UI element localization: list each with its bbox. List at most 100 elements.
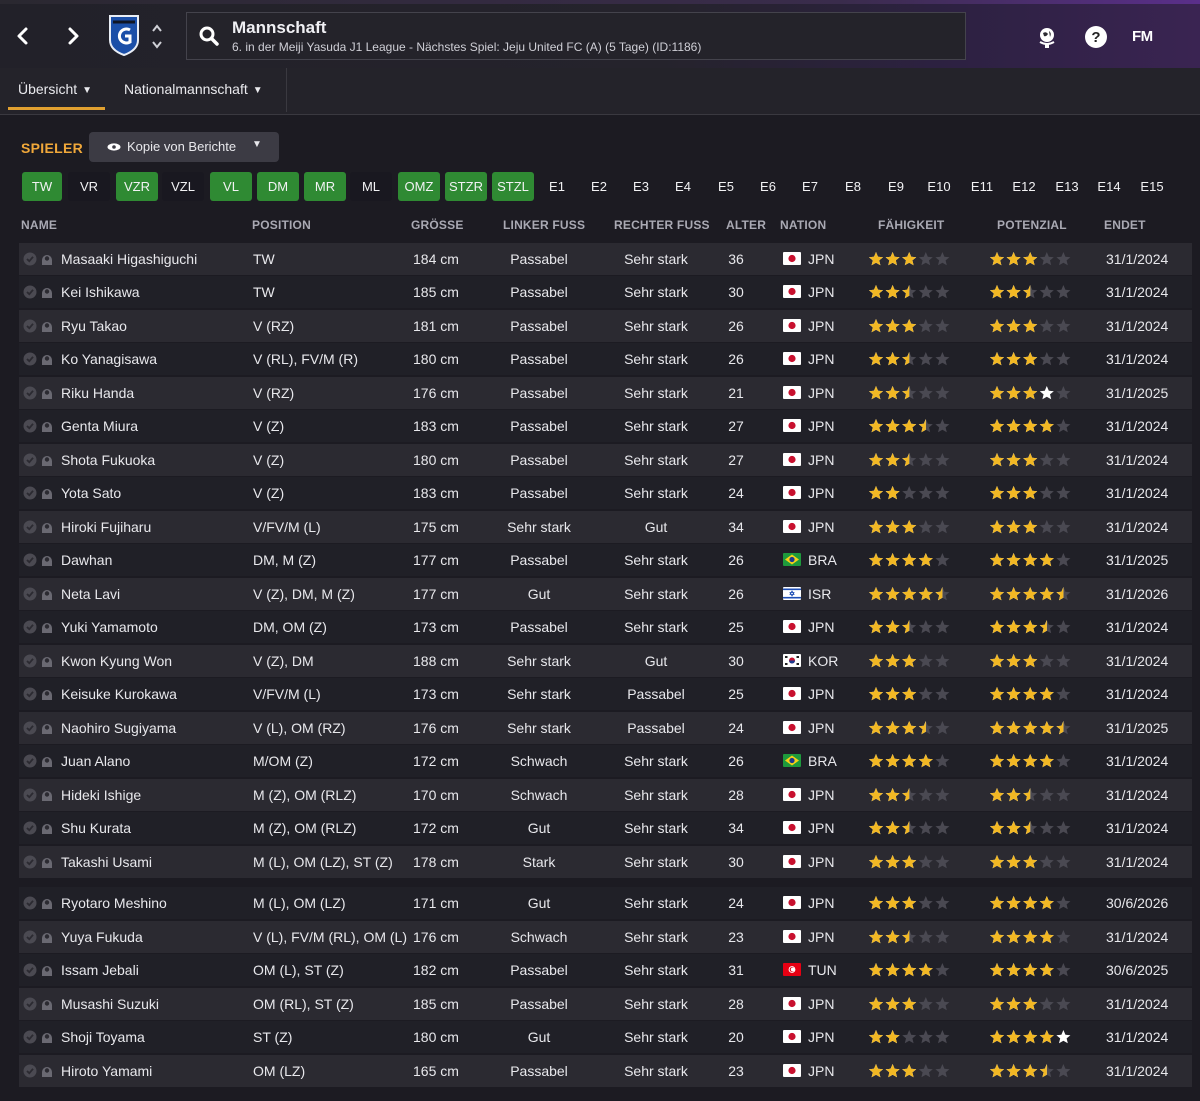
- table-row[interactable]: Genta Miura V (Z) 183 cm Passabel Sehr stark…: [19, 410, 1192, 442]
- player-status-icon[interactable]: [41, 997, 53, 1011]
- table-row[interactable]: Shota Fukuoka V (Z) 180 cm Passabel Sehr sta…: [19, 444, 1192, 476]
- player-status-icon[interactable]: [41, 453, 53, 467]
- help-button[interactable]: ?: [1083, 24, 1109, 50]
- player-status-icon[interactable]: [41, 620, 53, 634]
- filter-chip-stzl[interactable]: STZL: [492, 172, 534, 201]
- filter-chip-ml[interactable]: ML: [350, 172, 392, 201]
- table-row[interactable]: Masaaki Higashiguchi TW 184 cm Passabel Sehr…: [19, 243, 1192, 275]
- view-selector[interactable]: Kopie von Berichte ▼: [89, 132, 279, 162]
- table-row[interactable]: Yuya Fukuda V (L), FV/M (RL), OM (L) 176 c…: [19, 921, 1192, 953]
- filter-chip-vl[interactable]: VL: [210, 172, 252, 201]
- status-check-icon[interactable]: [23, 821, 37, 835]
- filter-chip-e10[interactable]: E10: [919, 172, 959, 201]
- status-check-icon[interactable]: [23, 620, 37, 634]
- player-name[interactable]: Juan Alano: [61, 753, 130, 769]
- player-name[interactable]: Takashi Usami: [61, 854, 152, 870]
- filter-chip-e13[interactable]: E13: [1047, 172, 1087, 201]
- filter-chip-e4[interactable]: E4: [664, 172, 702, 201]
- player-status-icon[interactable]: [41, 930, 53, 944]
- status-check-icon[interactable]: [23, 855, 37, 869]
- table-row[interactable]: Ryotaro Meshino M (L), OM (LZ) 171 cm Gut Se…: [19, 887, 1192, 919]
- player-name[interactable]: Shu Kurata: [61, 820, 131, 836]
- status-check-icon[interactable]: [23, 1064, 37, 1078]
- player-status-icon[interactable]: [41, 553, 53, 567]
- table-row[interactable]: Ko Yanagisawa V (RL), FV/M (R) 180 cm Passa…: [19, 343, 1192, 375]
- table-row[interactable]: Juan Alano M/OM (Z) 172 cm Schwach Sehr star…: [19, 745, 1192, 777]
- status-check-icon[interactable]: [23, 754, 37, 768]
- player-name[interactable]: Neta Lavi: [61, 586, 120, 602]
- filter-chip-e5[interactable]: E5: [707, 172, 745, 201]
- filter-chip-e11[interactable]: E11: [962, 172, 1002, 201]
- player-name[interactable]: Shoji Toyama: [61, 1029, 145, 1045]
- tab-overview[interactable]: Übersicht ▼: [18, 81, 92, 97]
- status-check-icon[interactable]: [23, 386, 37, 400]
- player-status-icon[interactable]: [41, 788, 53, 802]
- col-header-contract-end[interactable]: ENDET: [1104, 218, 1146, 232]
- status-check-icon[interactable]: [23, 997, 37, 1011]
- player-status-icon[interactable]: [41, 520, 53, 534]
- tab-national-team[interactable]: Nationalmannschaft ▼: [124, 81, 263, 97]
- col-header-right-foot[interactable]: RECHTER FUSS: [614, 218, 710, 232]
- player-name[interactable]: Kei Ishikawa: [61, 284, 140, 300]
- player-status-icon[interactable]: [41, 721, 53, 735]
- table-row[interactable]: Neta Lavi V (Z), DM, M (Z) 177 cm Gut Sehr s…: [19, 578, 1192, 610]
- player-name[interactable]: Naohiro Sugiyama: [61, 720, 176, 736]
- player-status-icon[interactable]: [41, 319, 53, 333]
- player-status-icon[interactable]: [41, 963, 53, 977]
- player-name[interactable]: Dawhan: [61, 552, 112, 568]
- filter-chip-e8[interactable]: E8: [834, 172, 872, 201]
- col-header-ability[interactable]: FÄHIGKEIT: [878, 218, 944, 232]
- table-row[interactable]: Kwon Kyung Won V (Z), DM 188 cm Sehr stark G…: [19, 645, 1192, 677]
- status-check-icon[interactable]: [23, 963, 37, 977]
- player-name[interactable]: Ryu Takao: [61, 318, 127, 334]
- status-check-icon[interactable]: [23, 520, 37, 534]
- filter-chip-e9[interactable]: E9: [877, 172, 915, 201]
- player-status-icon[interactable]: [41, 821, 53, 835]
- player-name[interactable]: Kwon Kyung Won: [61, 653, 172, 669]
- player-status-icon[interactable]: [41, 754, 53, 768]
- player-name[interactable]: Ko Yanagisawa: [61, 351, 157, 367]
- status-check-icon[interactable]: [23, 285, 37, 299]
- table-row[interactable]: Riku Handa V (RZ) 176 cm Passabel Sehr stark…: [19, 377, 1192, 409]
- filter-chip-omz[interactable]: OMZ: [398, 172, 440, 201]
- col-header-age[interactable]: ALTER: [726, 218, 766, 232]
- col-header-left-foot[interactable]: LINKER FUSS: [503, 218, 585, 232]
- player-name[interactable]: Genta Miura: [61, 418, 138, 434]
- search-box[interactable]: Mannschaft 6. in der Meiji Yasuda J1 Lea…: [186, 12, 966, 60]
- forward-button[interactable]: [60, 22, 86, 50]
- table-row[interactable]: Ryu Takao V (RZ) 181 cm Passabel Sehr stark 2…: [19, 310, 1192, 342]
- filter-chip-e1[interactable]: E1: [538, 172, 576, 201]
- player-status-icon[interactable]: [41, 386, 53, 400]
- player-status-icon[interactable]: [41, 1030, 53, 1044]
- table-row[interactable]: Shoji Toyama ST (Z) 180 cm Gut Sehr stark 20 J…: [19, 1021, 1192, 1053]
- status-check-icon[interactable]: [23, 687, 37, 701]
- player-status-icon[interactable]: [41, 252, 53, 266]
- player-name[interactable]: Riku Handa: [61, 385, 134, 401]
- player-status-icon[interactable]: [41, 587, 53, 601]
- player-name[interactable]: Yuki Yamamoto: [61, 619, 158, 635]
- filter-chip-vzl[interactable]: VZL: [162, 172, 204, 201]
- fm-logo[interactable]: FM: [1132, 28, 1153, 45]
- player-name[interactable]: Shota Fukuoka: [61, 452, 155, 468]
- status-check-icon[interactable]: [23, 319, 37, 333]
- table-row[interactable]: Keisuke Kurokawa V/FV/M (L) 173 cm Sehr sta…: [19, 678, 1192, 710]
- player-status-icon[interactable]: [41, 896, 53, 910]
- player-status-icon[interactable]: [41, 855, 53, 869]
- table-row[interactable]: Shu Kurata M (Z), OM (RLZ) 172 cm Gut Sehr s…: [19, 812, 1192, 844]
- player-name[interactable]: Yota Sato: [61, 485, 121, 501]
- player-name[interactable]: Musashi Suzuki: [61, 996, 159, 1012]
- player-name[interactable]: Issam Jebali: [61, 962, 139, 978]
- player-name[interactable]: Ryotaro Meshino: [61, 895, 167, 911]
- status-check-icon[interactable]: [23, 654, 37, 668]
- col-header-height[interactable]: GRÖSSE: [411, 218, 464, 232]
- player-name[interactable]: Hideki Ishige: [61, 787, 141, 803]
- filter-chip-e6[interactable]: E6: [749, 172, 787, 201]
- filter-chip-tw[interactable]: TW: [22, 172, 62, 201]
- table-row[interactable]: Kei Ishikawa TW 185 cm Passabel Sehr stark 30…: [19, 276, 1192, 308]
- club-switcher[interactable]: [150, 20, 164, 54]
- table-row[interactable]: Takashi Usami M (L), OM (LZ), ST (Z) 178 c…: [19, 846, 1192, 878]
- table-row[interactable]: Dawhan DM, M (Z) 177 cm Passabel Sehr stark 2…: [19, 544, 1192, 576]
- table-row[interactable]: Musashi Suzuki OM (RL), ST (Z) 185 cm Passa…: [19, 988, 1192, 1020]
- table-row[interactable]: Yota Sato V (Z) 183 cm Passabel Sehr stark 24…: [19, 477, 1192, 509]
- table-row[interactable]: Yuki Yamamoto DM, OM (Z) 173 cm Passabel Seh…: [19, 611, 1192, 643]
